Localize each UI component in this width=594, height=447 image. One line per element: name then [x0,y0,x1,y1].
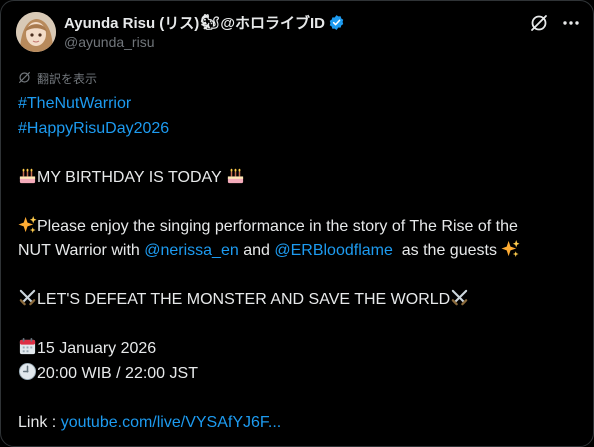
clock-emoji [18,362,37,381]
defeat-text: LET'S DEFEAT THE MONSTER AND SAVE THE WO… [37,291,451,308]
more-icon[interactable] [561,13,581,33]
enjoy-text-1: Please enjoy the singing performance in … [37,217,518,235]
defeat-line: LET'S DEFEAT THE MONSTER AND SAVE THE WO… [18,288,578,313]
translate-icon [18,71,31,87]
guests-text: as the guests [401,242,497,259]
hashtag-link[interactable]: #TheNutWarrior [18,95,131,112]
tweet-text: #TheNutWarrior #HappyRisuDay2026 MY BIRT… [18,92,578,435]
author-names: Ayunda Risu (リス) 🐿 @ホロライブID @ayunda_risu [64,12,345,50]
mention-link-erbloodflame[interactable]: @ERBloodflame [274,242,393,259]
display-name-text: Ayunda Risu (リス) [64,14,200,32]
avatar[interactable] [16,12,56,52]
squirrel-emoji: 🐿 [200,14,220,31]
link-line: Link : youtube.com/live/VYSAfYJ6F... [18,411,578,436]
verified-badge-icon [328,14,345,31]
display-name-suffix: @ホロライブID [220,14,325,32]
enjoy-line-1: Please enjoy the singing performance in … [18,215,578,240]
hashtag-link[interactable]: #HappyRisuDay2026 [18,120,169,137]
birthday-text: MY BIRTHDAY IS TODAY [37,168,222,186]
date-text: 15 January 2026 [37,340,157,357]
date-line: 15 January 2026 [18,337,578,362]
display-name[interactable]: Ayunda Risu (リス) 🐿 @ホロライブID [64,12,345,32]
enjoy-text-2: NUT Warrior with [18,242,140,259]
time-text: 20:00 WIB / 22:00 JST [37,364,198,382]
sparkles-emoji [501,239,520,258]
tweet-card: Ayunda Risu (リス) 🐿 @ホロライブID @ayunda_risu [0,0,594,447]
handle[interactable]: @ayunda_risu [64,34,345,50]
grok-icon[interactable] [529,13,549,33]
crossed-swords-emoji [18,288,37,307]
youtube-link[interactable]: youtube.com/live/VYSAfYJ6F... [61,414,282,431]
calendar-emoji [18,337,37,356]
tweet-header: Ayunda Risu (リス) 🐿 @ホロライブID @ayunda_risu [16,11,581,53]
and-text: and [243,242,270,259]
time-line: 20:00 WIB / 22:00 JST [18,362,578,387]
birthday-line: MY BIRTHDAY IS TODAY [18,166,578,191]
link-label: Link : [18,413,61,431]
translate-label: 翻訳を表示 [37,72,98,86]
enjoy-line-2: NUT Warrior with @nerissa_en and @ERBloo… [18,239,578,264]
mention-link-nerissa[interactable]: @nerissa_en [144,242,239,259]
cake-emoji [18,166,37,185]
crossed-swords-emoji [450,288,469,307]
translate-link[interactable]: 翻訳を表示 [18,70,97,87]
sparkles-emoji [18,215,37,234]
cake-emoji [226,166,245,185]
